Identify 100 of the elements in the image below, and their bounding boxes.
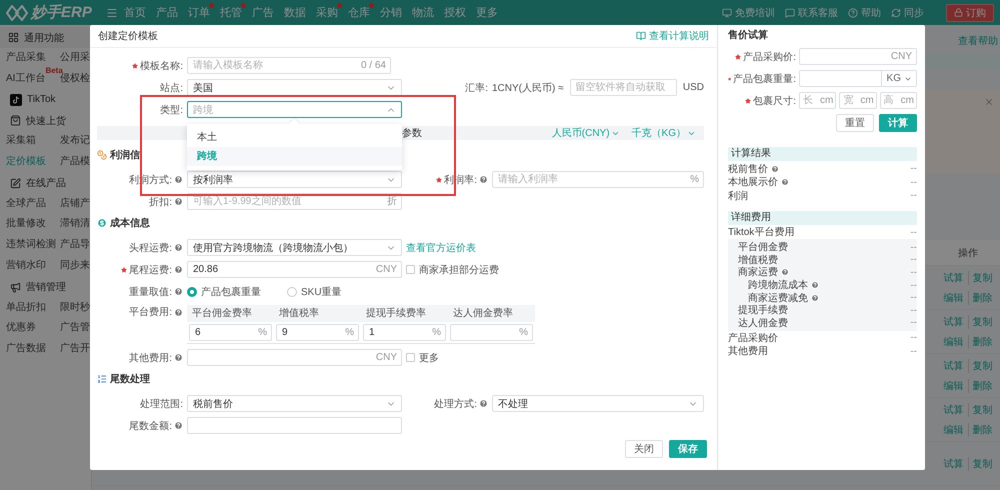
- action-link[interactable]: 复制: [968, 358, 996, 372]
- action-link[interactable]: 编辑: [940, 334, 968, 348]
- order-button[interactable]: 订购: [946, 4, 994, 22]
- panel-title: 售价试算: [728, 31, 769, 41]
- sidebar-item[interactable]: 产品导: [60, 235, 90, 256]
- sidebar-group-title: 营销管理: [26, 280, 66, 294]
- nav-item[interactable]: 授权: [444, 5, 466, 20]
- sidebar-item[interactable]: 批量修改: [6, 214, 46, 236]
- unit-dropdown[interactable]: 人民币(CNY): [552, 126, 620, 140]
- nav-item[interactable]: 数据: [284, 5, 306, 20]
- action-link[interactable]: 编辑: [940, 422, 968, 436]
- sidebar-category: 通用功能: [24, 32, 64, 44]
- sidebar-item[interactable]: 公用采: [60, 48, 90, 69]
- field-label: 平台费用:: [129, 306, 172, 319]
- text-field[interactable]: [799, 48, 917, 65]
- nav-item[interactable]: 更多: [476, 5, 498, 20]
- nav-item[interactable]: 采购: [316, 5, 338, 20]
- dialog-title: 创建定价模板: [98, 30, 158, 43]
- column-header: 操作: [957, 246, 979, 260]
- nav-item[interactable]: 首页: [124, 5, 146, 20]
- reset-button[interactable]: 重置: [836, 114, 874, 132]
- toolbar-link[interactable]: 帮助: [848, 6, 881, 20]
- sidebar-item[interactable]: 采集箱: [6, 131, 36, 152]
- result-value: --: [910, 176, 917, 188]
- nav-item[interactable]: 产品: [156, 5, 178, 20]
- unit-select[interactable]: KG: [880, 71, 916, 86]
- nav-item[interactable]: 仓库: [348, 5, 370, 20]
- select-field[interactable]: 跨境: [187, 101, 402, 118]
- result-label: 增值税费: [738, 254, 778, 266]
- select-field[interactable]: 按利润率: [187, 171, 402, 188]
- radio-option[interactable]: 产品包裹重量: [187, 284, 261, 298]
- result-value: --: [910, 317, 917, 328]
- sidebar-item[interactable]: 产品模: [60, 152, 90, 173]
- sidebar-item[interactable]: 单品折扣: [6, 298, 46, 318]
- action-link[interactable]: 试算: [940, 270, 968, 284]
- input-suffix: %: [432, 326, 441, 340]
- dollar-circle-icon: [97, 218, 107, 228]
- checkbox-option[interactable]: 商家承担部分运费: [406, 262, 499, 276]
- nav-item[interactable]: 托管: [220, 5, 242, 20]
- radio-option[interactable]: SKU重量: [287, 284, 342, 298]
- sidebar-item[interactable]: AI工作台: [6, 68, 46, 90]
- action-link[interactable]: 试算: [940, 314, 968, 328]
- text-field[interactable]: [450, 324, 533, 341]
- text-field[interactable]: [187, 417, 402, 434]
- dropdown-option[interactable]: 本土: [187, 128, 402, 147]
- toolbar-link[interactable]: 免费培训: [722, 6, 775, 20]
- nav-item[interactable]: 物流: [412, 5, 434, 20]
- menu-icon[interactable]: [106, 6, 118, 18]
- sidebar-item[interactable]: 广告数据: [6, 338, 46, 360]
- sidebar-item[interactable]: 产品采集: [6, 48, 46, 69]
- close-icon[interactable]: [984, 97, 994, 107]
- action-link[interactable]: 试算: [940, 456, 968, 470]
- help-link[interactable]: 查看计算说明: [636, 29, 709, 43]
- action-link[interactable]: 编辑: [940, 378, 968, 392]
- sidebar-item[interactable]: 定价模板: [6, 152, 46, 173]
- action-link[interactable]: 试算: [940, 402, 968, 416]
- nav-item[interactable]: 订单: [188, 5, 210, 20]
- sidebar-item[interactable]: 滞销清: [60, 214, 90, 236]
- sidebar-item[interactable]: 全球产品: [6, 194, 46, 214]
- action-link[interactable]: 复制: [968, 314, 996, 328]
- action-link[interactable]: 试算: [940, 358, 968, 372]
- nav-item[interactable]: 分销: [380, 5, 402, 20]
- checkbox-option[interactable]: 更多: [406, 350, 439, 364]
- sidebar-item[interactable]: 店铺产: [60, 194, 90, 214]
- sidebar-item[interactable]: 限时秒: [60, 298, 90, 318]
- price-table-link[interactable]: 查看官方运价表: [406, 240, 476, 254]
- select-field[interactable]: 税前售价: [187, 395, 402, 412]
- select-field[interactable]: 不处理: [492, 395, 704, 412]
- currency-label: USD: [682, 82, 704, 93]
- sidebar-item[interactable]: 广告管: [60, 318, 90, 339]
- dropdown-option[interactable]: 跨境: [187, 147, 402, 166]
- edit-icon: [10, 178, 21, 189]
- action-link[interactable]: 删除: [968, 334, 996, 348]
- sidebar-item[interactable]: 违禁词检测: [6, 235, 56, 256]
- column-header: 提现手续费率: [361, 305, 448, 322]
- action-link[interactable]: 删除: [968, 378, 996, 392]
- save-button[interactable]: 保存: [669, 440, 707, 458]
- unit-dropdown[interactable]: 千克（KG）: [632, 126, 696, 140]
- action-link[interactable]: 删除: [968, 290, 996, 304]
- text-field[interactable]: [187, 349, 402, 366]
- text-field[interactable]: 留空软件将自动获取: [570, 79, 677, 96]
- action-link[interactable]: 复制: [968, 456, 996, 470]
- action-link[interactable]: 复制: [968, 402, 996, 416]
- result-value: --: [910, 266, 917, 278]
- sidebar-item[interactable]: 优惠券: [6, 318, 36, 339]
- calculate-button[interactable]: 计算: [879, 114, 917, 132]
- select-field[interactable]: 美国: [187, 79, 402, 96]
- toolbar-link[interactable]: 联系客服: [785, 6, 838, 20]
- sidebar-item[interactable]: 广告开: [60, 338, 90, 360]
- sidebar-item[interactable]: 发布记: [60, 131, 90, 152]
- help-link[interactable]: 查看帮助: [958, 34, 998, 48]
- action-link[interactable]: 编辑: [940, 290, 968, 304]
- select-field[interactable]: 使用官方跨境物流（跨境物流小包）: [187, 239, 402, 256]
- action-link[interactable]: 复制: [968, 270, 996, 284]
- sidebar-item[interactable]: 同步来: [60, 256, 90, 276]
- nav-item[interactable]: 广告: [252, 5, 274, 20]
- sidebar-item[interactable]: 营销水印: [6, 256, 46, 276]
- action-link[interactable]: 删除: [968, 422, 996, 436]
- close-button[interactable]: 关闭: [625, 440, 663, 458]
- toolbar-link[interactable]: 同步: [891, 6, 924, 20]
